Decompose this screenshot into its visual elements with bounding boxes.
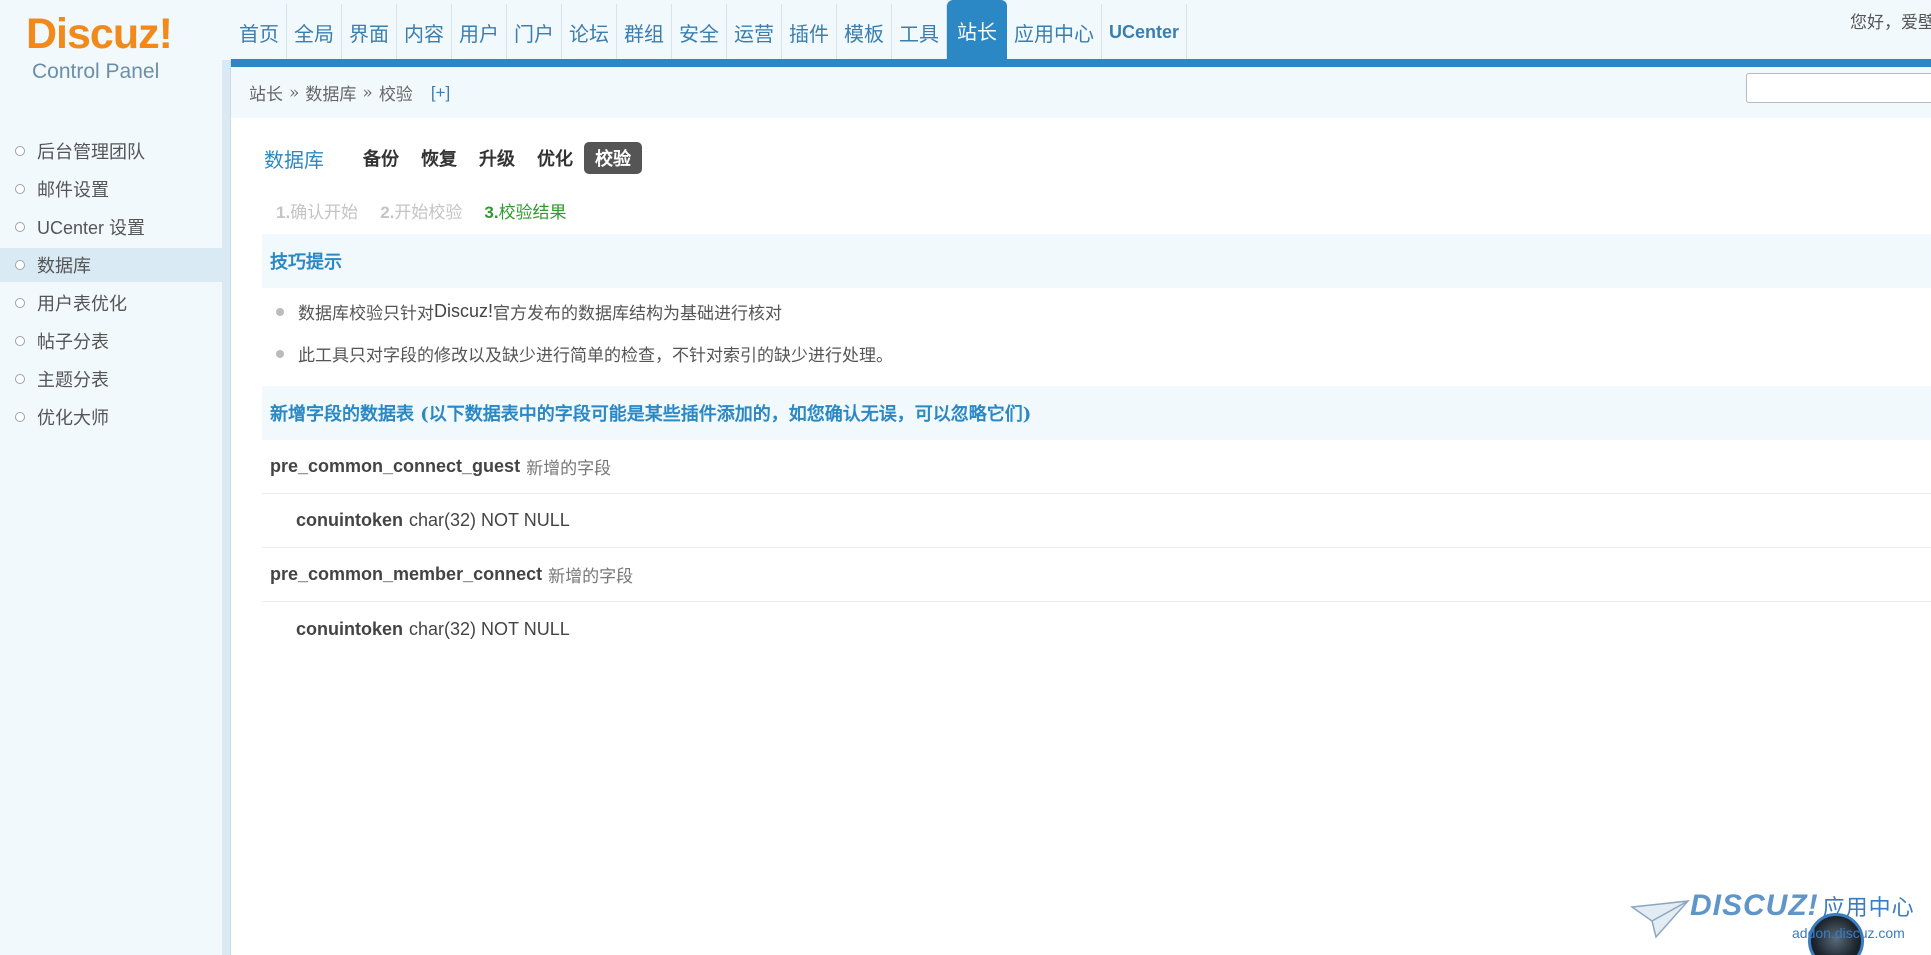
bullet-circle-icon bbox=[15, 336, 25, 346]
search-input[interactable] bbox=[1746, 73, 1931, 103]
sidebar-item-label: 邮件设置 bbox=[37, 180, 109, 201]
breadcrumb: 站长 » 数据库 » 校验 [+] bbox=[249, 80, 450, 106]
table-row: pre_common_connect_guest 新增的字段 bbox=[262, 440, 1931, 494]
field-row: conuintoken char(32) NOT NULL bbox=[262, 494, 1931, 548]
nav-underline-bar bbox=[231, 59, 1931, 67]
nav-extended[interactable]: 运营 bbox=[727, 4, 782, 60]
discuz-addon-watermark: DISCUZ! 应用中心 addon.discuz.com bbox=[1630, 885, 1931, 955]
table-name: pre_common_member_connect bbox=[270, 564, 543, 584]
bullet-circle-icon bbox=[15, 412, 25, 422]
tab-optimize[interactable]: 优化 bbox=[526, 142, 584, 174]
watermark-brand: DISCUZ! 应用中心 bbox=[1690, 889, 1915, 922]
sidebar-divider[interactable] bbox=[222, 60, 231, 955]
bullet-circle-icon bbox=[15, 146, 25, 156]
tab-restore[interactable]: 恢复 bbox=[410, 142, 468, 174]
sidebar-item-thread-split[interactable]: 主题分表 bbox=[0, 362, 222, 396]
tip-item: 数据库校验只针对 Discuz! 官方发布的数据库结构为基础进行核对 bbox=[276, 299, 782, 324]
nav-plugin[interactable]: 插件 bbox=[782, 4, 837, 60]
sidebar-item-member-optimize[interactable]: 用户表优化 bbox=[0, 286, 222, 320]
breadcrumb-item-check: 校验 bbox=[378, 85, 413, 105]
logo-wordmark: Discuz! bbox=[26, 10, 173, 58]
bullet-circle-icon bbox=[15, 260, 25, 270]
nav-group[interactable]: 群组 bbox=[617, 4, 672, 60]
nav-style[interactable]: 界面 bbox=[342, 4, 397, 60]
table-row: pre_common_member_connect 新增的字段 bbox=[262, 548, 1931, 602]
paper-plane-icon bbox=[1630, 900, 1690, 939]
logo-subtitle: Control Panel bbox=[32, 60, 160, 83]
nav-user[interactable]: 用户 bbox=[452, 4, 507, 60]
main-content: 数据库 备份 恢复 升级 优化 校验 1.确认开始 2.开始校验 3.校验结果 … bbox=[232, 118, 1931, 955]
tab-check[interactable]: 校验 bbox=[584, 142, 642, 174]
nav-cloudaddons[interactable]: 应用中心 bbox=[1007, 4, 1102, 60]
step-start-check: 2.开始校验 bbox=[380, 203, 463, 223]
tab-upgrade[interactable]: 升级 bbox=[468, 142, 526, 174]
breadcrumb-item-founder[interactable]: 站长 bbox=[249, 80, 283, 105]
nav-forum[interactable]: 论坛 bbox=[562, 4, 617, 60]
sidebar-item-label: 数据库 bbox=[37, 256, 91, 277]
table-name: pre_common_connect_guest bbox=[270, 456, 521, 476]
sidebar: 后台管理团队 邮件设置 UCenter 设置 数据库 用户表优化 帖子分表 主题… bbox=[0, 118, 222, 955]
sidebar-item-mail-settings[interactable]: 邮件设置 bbox=[0, 172, 222, 206]
discuz-logo[interactable]: Discuz! Control Panel bbox=[26, 10, 206, 90]
sidebar-item-admin-team[interactable]: 后台管理团队 bbox=[0, 134, 222, 168]
new-fields-heading: 新增字段的数据表 (以下数据表中的字段可能是某些插件添加的，如您确认无误，可以忽… bbox=[262, 386, 1931, 440]
tip-item: 此工具只对字段的修改以及缺少进行简单的检查，不针对索引的缺少进行处理。 bbox=[276, 341, 893, 366]
nav-template[interactable]: 模板 bbox=[837, 4, 892, 60]
sidebar-item-optimizer[interactable]: 优化大师 bbox=[0, 400, 222, 434]
sidebar-item-label: UCenter 设置 bbox=[37, 218, 146, 238]
bullet-circle-icon bbox=[15, 184, 25, 194]
tab-backup[interactable]: 备份 bbox=[352, 142, 410, 174]
top-navigation: 首页 全局 界面 内容 用户 门户 论坛 群组 安全 运营 插件 模板 工具 站… bbox=[232, 0, 1188, 60]
field-name: conuintoken bbox=[296, 618, 403, 639]
field-type: char(32) NOT NULL bbox=[409, 510, 570, 530]
tips-heading: 技巧提示 bbox=[262, 234, 1931, 288]
nav-global[interactable]: 全局 bbox=[287, 4, 342, 60]
watermark-url: addon.discuz.com bbox=[1792, 925, 1905, 941]
section-title: 数据库 bbox=[264, 147, 324, 172]
nav-home[interactable]: 首页 bbox=[232, 4, 287, 60]
nav-ucenter[interactable]: UCenter bbox=[1102, 4, 1188, 60]
breadcrumb-separator: » bbox=[289, 82, 300, 103]
sidebar-item-label: 主题分表 bbox=[37, 370, 109, 391]
bullet-circle-icon bbox=[15, 374, 25, 384]
nav-founder[interactable]: 站长 bbox=[947, 0, 1007, 60]
field-row: conuintoken char(32) NOT NULL bbox=[262, 602, 1931, 656]
sidebar-item-label: 用户表优化 bbox=[37, 294, 127, 315]
field-type: char(32) NOT NULL bbox=[409, 618, 570, 639]
add-to-favorites-button[interactable]: [+] bbox=[431, 83, 450, 103]
nav-content[interactable]: 内容 bbox=[397, 4, 452, 60]
sub-navigation: 数据库 备份 恢复 升级 优化 校验 bbox=[264, 142, 642, 174]
bullet-dot-icon bbox=[276, 307, 284, 316]
nav-tools[interactable]: 工具 bbox=[892, 4, 947, 60]
table-note: 新增的字段 bbox=[526, 459, 612, 479]
step-confirm: 1.确认开始 bbox=[276, 203, 359, 223]
bullet-dot-icon bbox=[276, 349, 284, 358]
sidebar-item-database[interactable]: 数据库 bbox=[0, 248, 222, 282]
sidebar-item-label: 后台管理团队 bbox=[37, 142, 145, 163]
field-name: conuintoken bbox=[296, 510, 403, 530]
step-indicator: 1.确认开始 2.开始校验 3.校验结果 bbox=[276, 198, 567, 223]
nav-portal[interactable]: 门户 bbox=[507, 4, 562, 60]
bullet-circle-icon bbox=[15, 298, 25, 308]
bullet-circle-icon bbox=[15, 222, 25, 232]
table-note: 新增的字段 bbox=[548, 567, 634, 587]
step-result: 3.校验结果 bbox=[484, 203, 567, 223]
sidebar-item-label: 帖子分表 bbox=[37, 332, 109, 353]
header: Discuz! Control Panel 首页 全局 界面 内容 用户 门户 … bbox=[0, 0, 1931, 118]
sidebar-item-label: 优化大师 bbox=[37, 408, 109, 429]
breadcrumb-item-database[interactable]: 数据库 bbox=[305, 80, 356, 105]
sidebar-item-ucenter-settings[interactable]: UCenter 设置 bbox=[0, 210, 222, 244]
user-greeting: 您好，爱壁 bbox=[1850, 13, 1931, 33]
breadcrumb-separator: » bbox=[362, 82, 373, 103]
sidebar-item-post-split[interactable]: 帖子分表 bbox=[0, 324, 222, 358]
nav-safe[interactable]: 安全 bbox=[672, 4, 727, 60]
